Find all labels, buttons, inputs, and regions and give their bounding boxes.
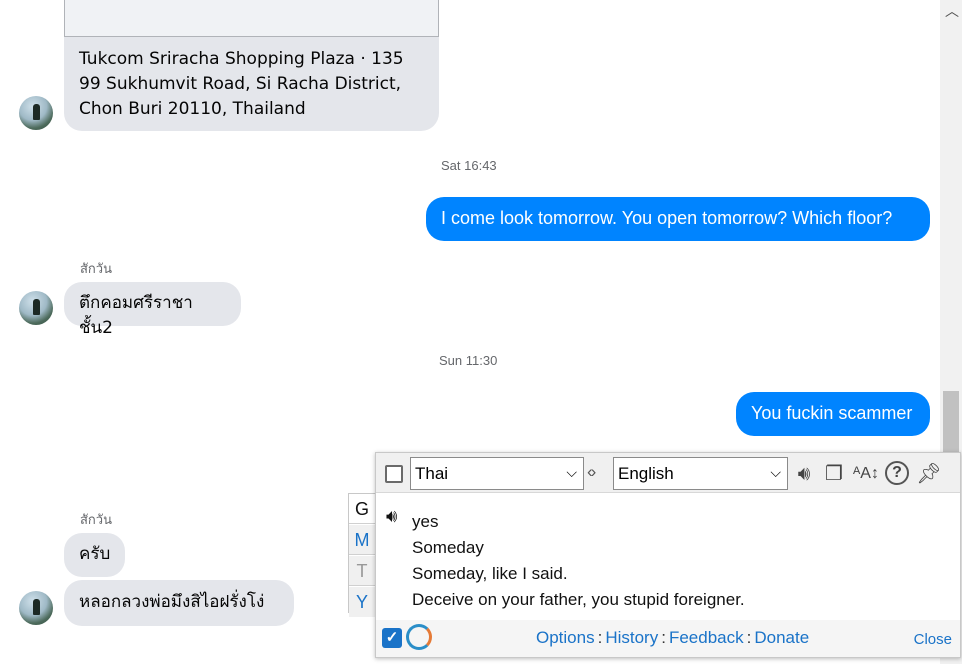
source-language-select[interactable]: Thai ⌵	[410, 457, 584, 490]
received-message[interactable]: หลอกลวงพ่อมึงสิไอฝรั่งโง่	[64, 580, 294, 626]
tab-yandex[interactable]: Y	[349, 587, 375, 617]
sender-name: สักวัน	[80, 513, 112, 528]
received-message[interactable]: ครับ	[64, 533, 125, 577]
sent-message[interactable]: You fuckin scammer	[736, 392, 930, 436]
play-audio-icon[interactable]: 🔊︎	[386, 506, 397, 527]
source-language-value: Thai	[415, 464, 449, 483]
translation-primary: yes	[412, 512, 439, 531]
location-card[interactable]: Tukcom Sriracha Shopping Plaza · 135 99 …	[64, 37, 439, 131]
translator-logo-icon[interactable]	[406, 624, 432, 650]
enable-checkbox[interactable]: ✓	[382, 628, 402, 648]
received-message-text: หลอกลวงพ่อมึงสิไอฝรั่งโง่	[79, 592, 265, 612]
help-icon[interactable]: ?	[885, 461, 909, 485]
history-link[interactable]: History	[605, 628, 658, 647]
target-language-select[interactable]: English ⌵	[613, 457, 788, 490]
target-language-value: English	[618, 464, 674, 483]
translator-source-tabs: G M T Y	[348, 493, 376, 617]
tab-microsoft[interactable]: M	[349, 525, 375, 555]
translation-line: Someday, like I said.	[412, 564, 568, 583]
timestamp: Sun 11:30	[439, 353, 498, 368]
chevron-down-icon: ⌵	[770, 464, 781, 480]
tab-translator[interactable]: T	[349, 556, 375, 586]
location-card-text: Tukcom Sriracha Shopping Plaza · 135 99 …	[79, 49, 404, 119]
sent-message-text: I come look tomorrow. You open tomorrow?…	[441, 208, 893, 228]
swap-languages-icon[interactable]: ‹›	[587, 462, 596, 482]
scroll-up-arrow-icon[interactable]: ︿	[945, 1, 959, 21]
translation-line: Deceive on your father, you stupid forei…	[412, 590, 745, 609]
translator-toolbar: Thai ⌵ ‹› English ⌵ 🔊︎ ❐ ᴬA↕ ? 📌︎	[376, 453, 960, 493]
donate-link[interactable]: Donate	[754, 628, 809, 647]
chevron-down-icon: ⌵	[566, 464, 577, 480]
timestamp: Sat 16:43	[441, 158, 497, 173]
avatar[interactable]	[19, 96, 53, 130]
copy-icon[interactable]: ❐	[821, 461, 847, 487]
feedback-link[interactable]: Feedback	[669, 628, 744, 647]
translation-line: Someday	[412, 538, 484, 557]
avatar[interactable]	[19, 291, 53, 325]
avatar[interactable]	[19, 591, 53, 625]
received-message[interactable]: ตึกคอมศรีราชาชั้น2	[64, 282, 241, 338]
close-link[interactable]: Close	[914, 631, 952, 648]
sent-message[interactable]: I come look tomorrow. You open tomorrow?…	[426, 197, 930, 241]
font-size-icon[interactable]: ᴬA↕	[853, 461, 879, 487]
auto-detect-checkbox[interactable]	[385, 465, 403, 483]
translator-popup: Thai ⌵ ‹› English ⌵ 🔊︎ ❐ ᴬA↕ ? 📌︎ 🔊︎ yes…	[375, 452, 961, 658]
scrollbar-thumb[interactable]	[943, 391, 959, 453]
received-message-text: ครับ	[79, 544, 111, 564]
pin-icon[interactable]: 📌︎	[916, 461, 942, 487]
sent-message-text: You fuckin scammer	[751, 403, 913, 423]
sender-name: สักวัน	[80, 262, 112, 277]
footer-links: Options: History: Feedback: Donate	[536, 628, 810, 647]
location-map-preview[interactable]	[64, 0, 439, 37]
options-link[interactable]: Options	[536, 628, 595, 647]
speaker-icon[interactable]: 🔊︎	[791, 461, 817, 487]
translator-footer: ✓ Options: History: Feedback: Donate Close	[376, 620, 960, 657]
tab-google[interactable]: G	[349, 494, 375, 524]
received-message-text: ตึกคอมศรีราชาชั้น2	[79, 293, 193, 338]
